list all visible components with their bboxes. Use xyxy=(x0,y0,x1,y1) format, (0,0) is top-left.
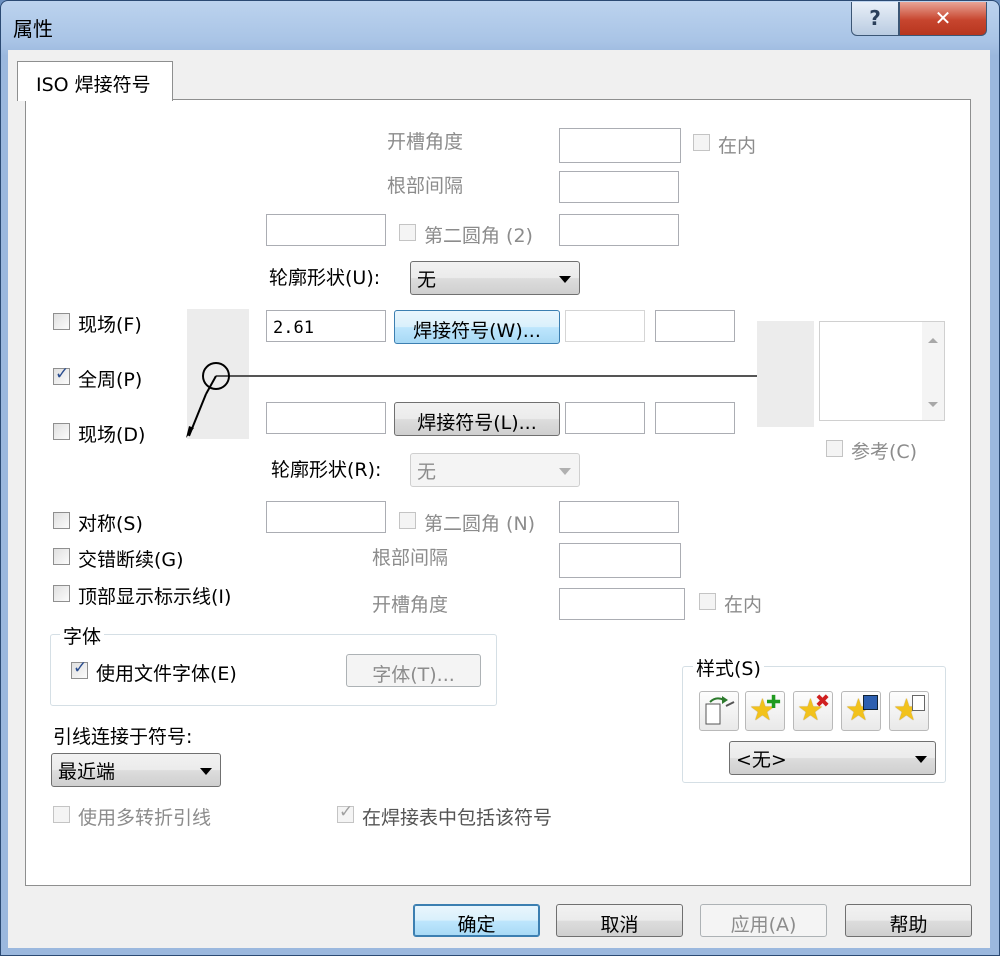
top-contour-label: 轮廓形状(U): xyxy=(269,267,381,289)
apply-style-icon xyxy=(705,696,735,725)
copy-style-button[interactable]: ★ xyxy=(889,691,929,731)
staggered-label: 交错断续(G) xyxy=(78,549,184,571)
top-contour-value: 无 xyxy=(417,269,437,291)
tab-iso-weld-symbol[interactable]: ISO 焊接符号 xyxy=(17,61,173,101)
style-value: <无> xyxy=(736,749,787,771)
delete-style-button[interactable]: ★ ✖ xyxy=(793,691,833,731)
bottom-groove-angle-label: 开槽角度 xyxy=(372,594,449,616)
bottom-inside-label: 在内 xyxy=(724,594,763,616)
bottom-weld-symbol-button[interactable]: 焊接符号(L)... xyxy=(394,402,560,436)
window-title: 属性 xyxy=(13,17,53,41)
staggered-checkbox[interactable] xyxy=(53,548,70,565)
symmetric-label: 对称(S) xyxy=(78,513,143,535)
bottom-inside-checkbox[interactable] xyxy=(699,593,716,610)
field-weld-bottom-label: 现场(D) xyxy=(78,424,146,446)
tail-note-textbox[interactable] xyxy=(819,321,945,421)
leader-attach-value: 最近端 xyxy=(58,761,116,783)
bottom-size-input[interactable] xyxy=(266,402,386,434)
show-top-line-label: 顶部显示标示线(I) xyxy=(78,586,232,608)
style-group-title: 样式(S) xyxy=(693,654,764,681)
multi-jog-leader-label: 使用多转折引线 xyxy=(78,807,212,829)
font-group-title: 字体 xyxy=(60,622,105,649)
chevron-down-icon xyxy=(200,768,212,775)
font-button[interactable]: 字体(T)... xyxy=(346,654,481,687)
use-document-font-checkbox[interactable] xyxy=(71,658,88,679)
chevron-down-icon xyxy=(915,756,927,763)
leader-attach-label: 引线连接于符号: xyxy=(53,726,193,748)
delete-icon: ✖ xyxy=(815,691,831,712)
ok-button[interactable]: 确定 xyxy=(413,904,540,937)
bottom-contour-value: 无 xyxy=(417,461,437,483)
top-groove-angle-label: 开槽角度 xyxy=(387,131,464,153)
bottom-groove-angle-input[interactable] xyxy=(559,588,685,620)
help-icon[interactable]: ? xyxy=(851,2,899,36)
bottom-pitch-input[interactable] xyxy=(655,402,735,434)
symmetric-checkbox[interactable] xyxy=(53,512,70,529)
top-root-gap-label: 根部间隔 xyxy=(387,175,464,197)
include-in-table-checkbox[interactable] xyxy=(337,802,354,823)
close-icon[interactable]: ✕ xyxy=(899,2,987,36)
all-around-checkbox[interactable] xyxy=(53,364,70,385)
top-second-fillet-size-input[interactable] xyxy=(559,214,679,246)
bottom-length-input[interactable] xyxy=(565,402,645,434)
bottom-second-fillet-checkbox[interactable] xyxy=(399,512,416,529)
bottom-root-gap-label: 根部间隔 xyxy=(372,547,449,569)
save-icon xyxy=(863,695,878,710)
top-groove-angle-input[interactable] xyxy=(559,128,681,163)
title-bar[interactable]: 属性 ? ✕ xyxy=(1,1,999,51)
scroll-down-icon[interactable] xyxy=(928,402,938,407)
field-weld-top-label: 现场(F) xyxy=(78,314,142,336)
bottom-second-fillet-input[interactable] xyxy=(266,501,386,533)
all-around-label: 全周(P) xyxy=(78,369,143,391)
top-contour-select[interactable]: 无 xyxy=(410,261,580,295)
top-weld-symbol-button[interactable]: 焊接符号(W)... xyxy=(394,310,560,344)
bottom-contour-label: 轮廓形状(R): xyxy=(271,459,382,481)
top-size-input[interactable]: 2.61 xyxy=(266,310,386,342)
document-icon xyxy=(912,695,925,711)
apply-style-button[interactable] xyxy=(699,691,739,731)
bottom-contour-select[interactable]: 无 xyxy=(410,453,580,487)
top-size-value: 2.61 xyxy=(273,318,314,338)
top-root-gap-input[interactable] xyxy=(559,171,679,203)
field-weld-bottom-checkbox[interactable] xyxy=(53,423,70,440)
reference-label: 参考(C) xyxy=(851,441,918,463)
save-style-button[interactable]: ★ xyxy=(841,691,881,731)
help-button[interactable]: 帮助 xyxy=(845,904,972,937)
top-second-fillet-label: 第二圆角 (2) xyxy=(424,225,533,247)
top-second-fillet-input[interactable] xyxy=(266,214,386,246)
tail-preview xyxy=(757,321,814,427)
use-document-font-label: 使用文件字体(E) xyxy=(96,663,237,685)
plus-icon: ✚ xyxy=(766,692,782,713)
reference-checkbox[interactable] xyxy=(826,440,843,457)
top-pitch-input[interactable] xyxy=(655,310,735,342)
show-top-line-checkbox[interactable] xyxy=(53,585,70,602)
scrollbar[interactable] xyxy=(922,322,944,420)
bottom-second-fillet-label: 第二圆角 (N) xyxy=(424,513,536,535)
leader-attach-select[interactable]: 最近端 xyxy=(51,753,221,787)
top-second-fillet-checkbox[interactable] xyxy=(399,224,416,241)
tab-panel: 开槽角度 在内 根部间隔 第二圆角 (2) 轮廓形状(U): 无 2.61 焊接… xyxy=(25,99,971,886)
chevron-down-icon xyxy=(559,276,571,283)
style-select[interactable]: <无> xyxy=(729,741,936,775)
bottom-second-fillet-size-input[interactable] xyxy=(559,501,679,533)
multi-jog-leader-checkbox[interactable] xyxy=(53,806,70,823)
field-weld-top-checkbox[interactable] xyxy=(53,313,70,330)
apply-button[interactable]: 应用(A) xyxy=(700,904,827,937)
top-length-input[interactable] xyxy=(565,310,645,342)
cancel-button[interactable]: 取消 xyxy=(556,904,683,937)
scroll-up-icon[interactable] xyxy=(928,338,938,343)
add-style-button[interactable]: ★ ✚ xyxy=(745,691,785,731)
chevron-down-icon xyxy=(559,468,571,475)
top-inside-checkbox[interactable] xyxy=(693,134,710,151)
include-in-table-label: 在焊接表中包括该符号 xyxy=(362,807,553,829)
bottom-root-gap-input[interactable] xyxy=(559,543,681,578)
top-inside-label: 在内 xyxy=(718,135,757,157)
